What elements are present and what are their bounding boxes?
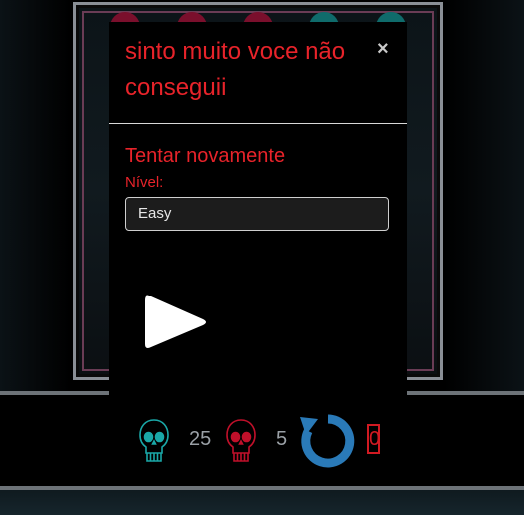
cyan-skull-count: 25 xyxy=(189,428,212,450)
red-skull-count: 5 xyxy=(276,428,288,450)
skull-icon xyxy=(225,418,257,469)
game-over-modal: sinto muito voce não conseguii × Tentar … xyxy=(109,22,407,395)
skull-icon xyxy=(138,418,170,469)
background-right xyxy=(444,0,524,395)
retry-label: Tentar novamente xyxy=(125,145,286,167)
level-select[interactable]: Easy xyxy=(125,197,389,231)
hud-bar xyxy=(0,395,524,486)
modal-title: sinto muito voce não conseguii xyxy=(125,38,346,101)
close-icon[interactable]: × xyxy=(377,38,389,61)
footer-background xyxy=(0,490,524,515)
reload-icon[interactable] xyxy=(296,409,360,478)
play-button[interactable] xyxy=(139,290,211,359)
score-counter: 0 xyxy=(367,424,380,454)
background-left xyxy=(0,0,70,395)
level-label: Nível: xyxy=(125,174,164,191)
modal-divider xyxy=(109,123,407,124)
play-icon xyxy=(145,295,206,348)
